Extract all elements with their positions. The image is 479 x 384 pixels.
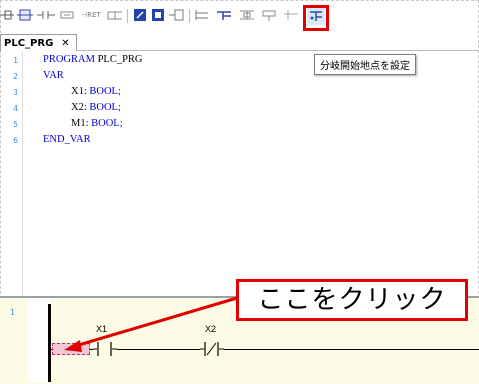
contact-label-x2: X2 — [205, 324, 217, 334]
annotation-callout: ここをクリック — [236, 279, 468, 321]
branch-up-icon[interactable] — [215, 7, 233, 23]
branch-icon[interactable] — [194, 7, 210, 23]
tab-plc-prg[interactable]: PLC_PRG ✕ — [0, 34, 77, 51]
contact-label-x1: X1 — [96, 324, 108, 334]
code-line: X2: BOOL; — [71, 102, 121, 113]
branch-close-icon[interactable] — [282, 7, 300, 23]
line-number: 2 — [13, 72, 18, 81]
contact-x2[interactable] — [200, 341, 224, 359]
code-line: END_VAR — [43, 134, 91, 145]
ld-toolbar: ⊣RET — [0, 4, 479, 31]
contact-icon[interactable] — [37, 7, 55, 23]
toolbar-separator — [127, 9, 128, 23]
editor-tab-bar: PLC_PRG ✕ — [0, 34, 479, 51]
toolbar-separator — [189, 9, 190, 23]
branch-start-target[interactable] — [52, 343, 90, 355]
close-icon[interactable]: ✕ — [61, 36, 69, 51]
tab-title: PLC_PRG — [4, 37, 54, 49]
contact-x1[interactable] — [93, 341, 117, 359]
code-line: VAR — [43, 70, 64, 81]
network-append-icon[interactable] — [17, 7, 33, 23]
network-insert-icon[interactable] — [0, 7, 14, 23]
code-line: M1: BOOL; — [71, 118, 123, 129]
line-number: 3 — [13, 88, 18, 97]
box-enable-icon[interactable] — [151, 7, 165, 23]
left-power-rail — [48, 304, 51, 382]
tooltip: 分岐開始地点を設定 — [314, 54, 416, 75]
reset-coil-icon[interactable] — [260, 7, 278, 23]
line-number: 5 — [13, 120, 18, 129]
toolbar-highlight-box — [303, 5, 329, 31]
jump-icon[interactable] — [169, 7, 185, 23]
code-line: X1: BOOL; — [71, 86, 121, 97]
line-number: 1 — [13, 56, 18, 65]
return-icon[interactable]: ⊣RET — [79, 7, 103, 23]
coil-icon[interactable] — [59, 7, 75, 23]
branch-down-icon[interactable] — [238, 7, 256, 23]
box-icon[interactable] — [133, 7, 147, 23]
parallel-contact-icon[interactable] — [107, 7, 123, 23]
rail-margin — [28, 298, 50, 382]
network-number: 1 — [10, 308, 15, 317]
declaration-editor[interactable]: 1 2 3 4 5 6 PROGRAM PLC_PRG VAR X1: BOOL… — [0, 52, 479, 297]
code-line: PROGRAM PLC_PRG — [43, 54, 143, 65]
line-number: 4 — [13, 104, 18, 113]
line-number: 6 — [13, 136, 18, 145]
